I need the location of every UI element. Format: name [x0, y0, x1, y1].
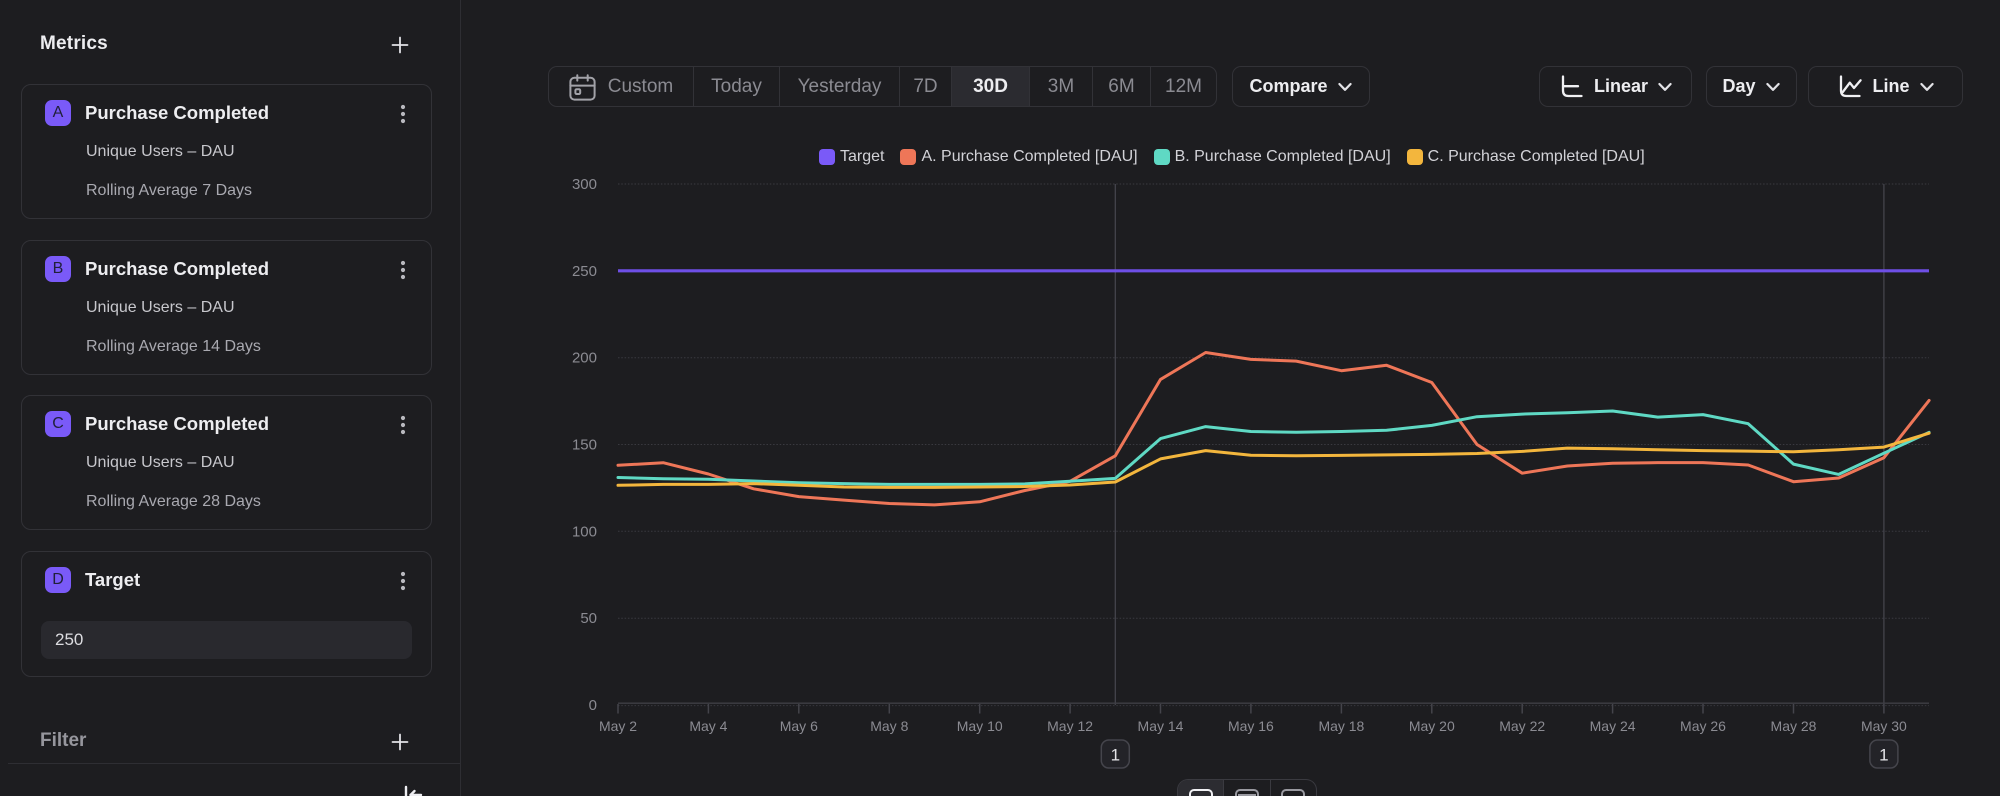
svg-text:May 28: May 28	[1771, 718, 1817, 734]
svg-text:May 6: May 6	[780, 718, 818, 734]
svg-text:May 2: May 2	[599, 718, 637, 734]
svg-text:May 18: May 18	[1318, 718, 1364, 734]
svg-text:150: 150	[572, 437, 597, 454]
svg-text:250: 250	[572, 263, 597, 280]
svg-text:May 14: May 14	[1138, 718, 1184, 734]
svg-text:May 20: May 20	[1409, 718, 1455, 734]
svg-text:200: 200	[572, 350, 597, 367]
svg-text:May 30: May 30	[1861, 718, 1907, 734]
svg-text:May 22: May 22	[1499, 718, 1545, 734]
svg-text:300: 300	[572, 176, 597, 193]
svg-text:50: 50	[580, 610, 597, 627]
svg-text:May 24: May 24	[1590, 718, 1636, 734]
svg-text:May 10: May 10	[957, 718, 1003, 734]
svg-text:May 16: May 16	[1228, 718, 1274, 734]
svg-text:May 8: May 8	[870, 718, 908, 734]
svg-text:1: 1	[1111, 746, 1120, 765]
svg-text:1: 1	[1879, 746, 1888, 765]
svg-text:May 12: May 12	[1047, 718, 1093, 734]
svg-text:May 4: May 4	[689, 718, 727, 734]
svg-text:100: 100	[572, 523, 597, 540]
svg-text:May 26: May 26	[1680, 718, 1726, 734]
svg-text:0: 0	[589, 697, 597, 714]
